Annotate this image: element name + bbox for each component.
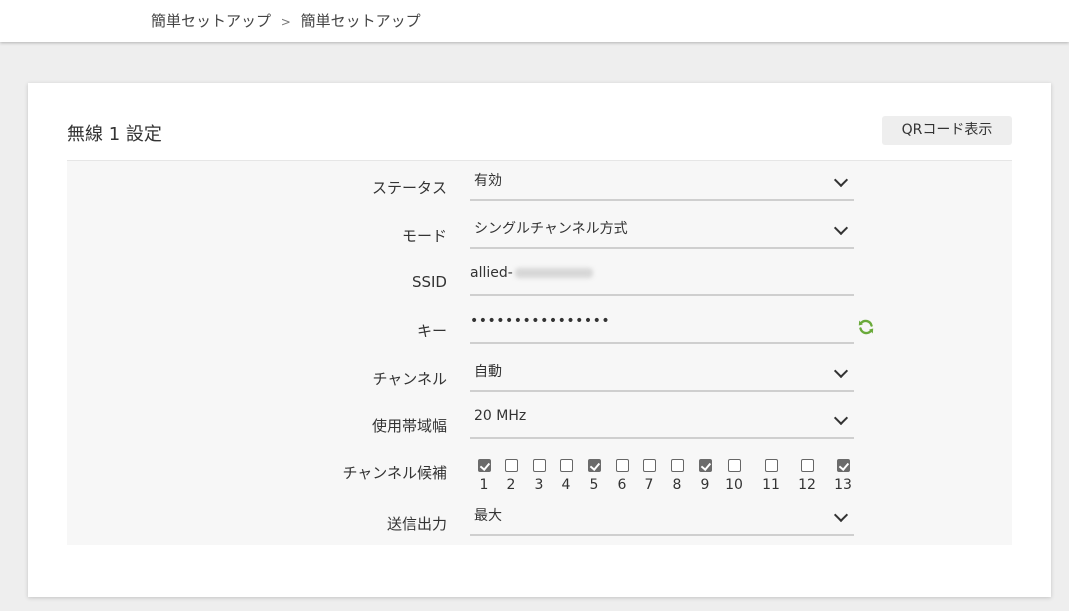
- channel-checkbox[interactable]: [698, 459, 712, 472]
- key-label: キー: [416, 322, 447, 340]
- chevron-down-icon: [833, 410, 849, 426]
- channel-candidate-item[interactable]: 6: [610, 459, 634, 493]
- page-title: 無線 1 設定: [67, 124, 162, 145]
- channel-checkbox[interactable]: [727, 459, 741, 472]
- status-select[interactable]: 有効: [470, 161, 854, 201]
- bandwidth-label: 使用帯域幅: [371, 417, 447, 435]
- breadcrumb-item-current: 簡単セットアップ: [300, 12, 421, 30]
- channel-checkbox[interactable]: [532, 459, 546, 472]
- top-bar: 簡単セットアップ > 簡単セットアップ: [0, 0, 1069, 42]
- channel-number: 3: [534, 477, 544, 493]
- channel-checkbox[interactable]: [670, 459, 684, 472]
- key-value: ••••••••••••••••: [470, 313, 611, 329]
- channel-candidate-item[interactable]: 5: [582, 459, 606, 493]
- ssid-value-wrap: allied-: [470, 265, 593, 281]
- channel-number: 5: [589, 477, 599, 493]
- channel-number: 12: [798, 477, 816, 493]
- channel-candidate-item[interactable]: 4: [554, 459, 578, 493]
- channel-candidates-label: チャンネル候補: [342, 464, 447, 482]
- status-label: ステータス: [371, 179, 447, 197]
- mode-select[interactable]: シングルチャンネル方式: [470, 209, 854, 249]
- channel-number: 11: [762, 477, 780, 493]
- breadcrumb-separator: >: [280, 15, 291, 29]
- channel-checkbox[interactable]: [836, 459, 850, 472]
- key-input[interactable]: ••••••••••••••••: [470, 304, 854, 344]
- channel-candidate-item[interactable]: 11: [759, 459, 783, 493]
- chevron-down-icon: [833, 363, 849, 379]
- channel-value: 自動: [474, 364, 502, 380]
- channel-number: 1: [479, 477, 489, 493]
- ssid-label: SSID: [411, 273, 447, 291]
- channel-candidate-item[interactable]: 10: [722, 459, 746, 493]
- channel-candidate-item[interactable]: 9: [693, 459, 717, 493]
- ssid-value: allied-: [470, 265, 513, 281]
- breadcrumb-item-parent[interactable]: 簡単セットアップ: [151, 12, 271, 30]
- tx-power-value: 最大: [474, 508, 502, 524]
- chevron-down-icon: [833, 172, 849, 188]
- settings-form: ステータス 有効 モード シングルチャンネル方式 SSID allied- キー…: [67, 160, 1012, 545]
- mode-value: シングルチャンネル方式: [474, 221, 628, 237]
- channel-candidate-item[interactable]: 2: [499, 459, 523, 493]
- chevron-down-icon: [833, 507, 849, 523]
- channel-label: チャンネル: [372, 370, 447, 388]
- channel-checkbox[interactable]: [504, 459, 518, 472]
- channel-number: 10: [725, 477, 743, 493]
- refresh-icon[interactable]: [857, 318, 875, 336]
- channel-candidate-item[interactable]: 7: [637, 459, 661, 493]
- wireless-settings-card: 無線 1 設定 QRコード表示 ステータス 有効 モード シングルチャンネル方式…: [28, 83, 1051, 597]
- channel-number: 8: [672, 477, 682, 493]
- channel-number: 4: [561, 477, 571, 493]
- tx-power-label: 送信出力: [386, 515, 447, 533]
- channel-select[interactable]: 自動: [470, 352, 854, 392]
- channel-checkbox[interactable]: [477, 459, 491, 472]
- channel-number: 2: [506, 477, 516, 493]
- tx-power-select[interactable]: 最大: [470, 496, 854, 536]
- channel-candidate-item[interactable]: 13: [831, 459, 855, 493]
- mode-label: モード: [401, 227, 447, 245]
- channel-number: 13: [834, 477, 852, 493]
- channel-number: 9: [700, 477, 710, 493]
- channel-candidate-item[interactable]: 3: [527, 459, 551, 493]
- ssid-redacted: [514, 268, 593, 278]
- channel-checkbox[interactable]: [764, 459, 778, 472]
- channel-number: 7: [644, 477, 654, 493]
- bandwidth-value: 20 MHz: [474, 408, 527, 424]
- qr-code-button[interactable]: QRコード表示: [882, 116, 1012, 145]
- bandwidth-select[interactable]: 20 MHz: [470, 399, 854, 439]
- channel-checkbox[interactable]: [642, 459, 656, 472]
- channel-number: 6: [617, 477, 627, 493]
- channel-checkbox[interactable]: [587, 459, 601, 472]
- status-value: 有効: [474, 173, 502, 189]
- channel-candidate-item[interactable]: 12: [795, 459, 819, 493]
- channel-checkbox[interactable]: [559, 459, 573, 472]
- channel-candidate-item[interactable]: 1: [472, 459, 496, 493]
- breadcrumb: 簡単セットアップ > 簡単セットアップ: [151, 10, 421, 31]
- ssid-input[interactable]: allied-: [470, 256, 854, 296]
- channel-checkbox[interactable]: [615, 459, 629, 472]
- channel-checkbox[interactable]: [800, 459, 814, 472]
- channel-candidates-list: 1 2 3 4 5 6 7 8 9 10 11 12 13: [472, 459, 872, 499]
- channel-candidate-item[interactable]: 8: [665, 459, 689, 493]
- chevron-down-icon: [833, 220, 849, 236]
